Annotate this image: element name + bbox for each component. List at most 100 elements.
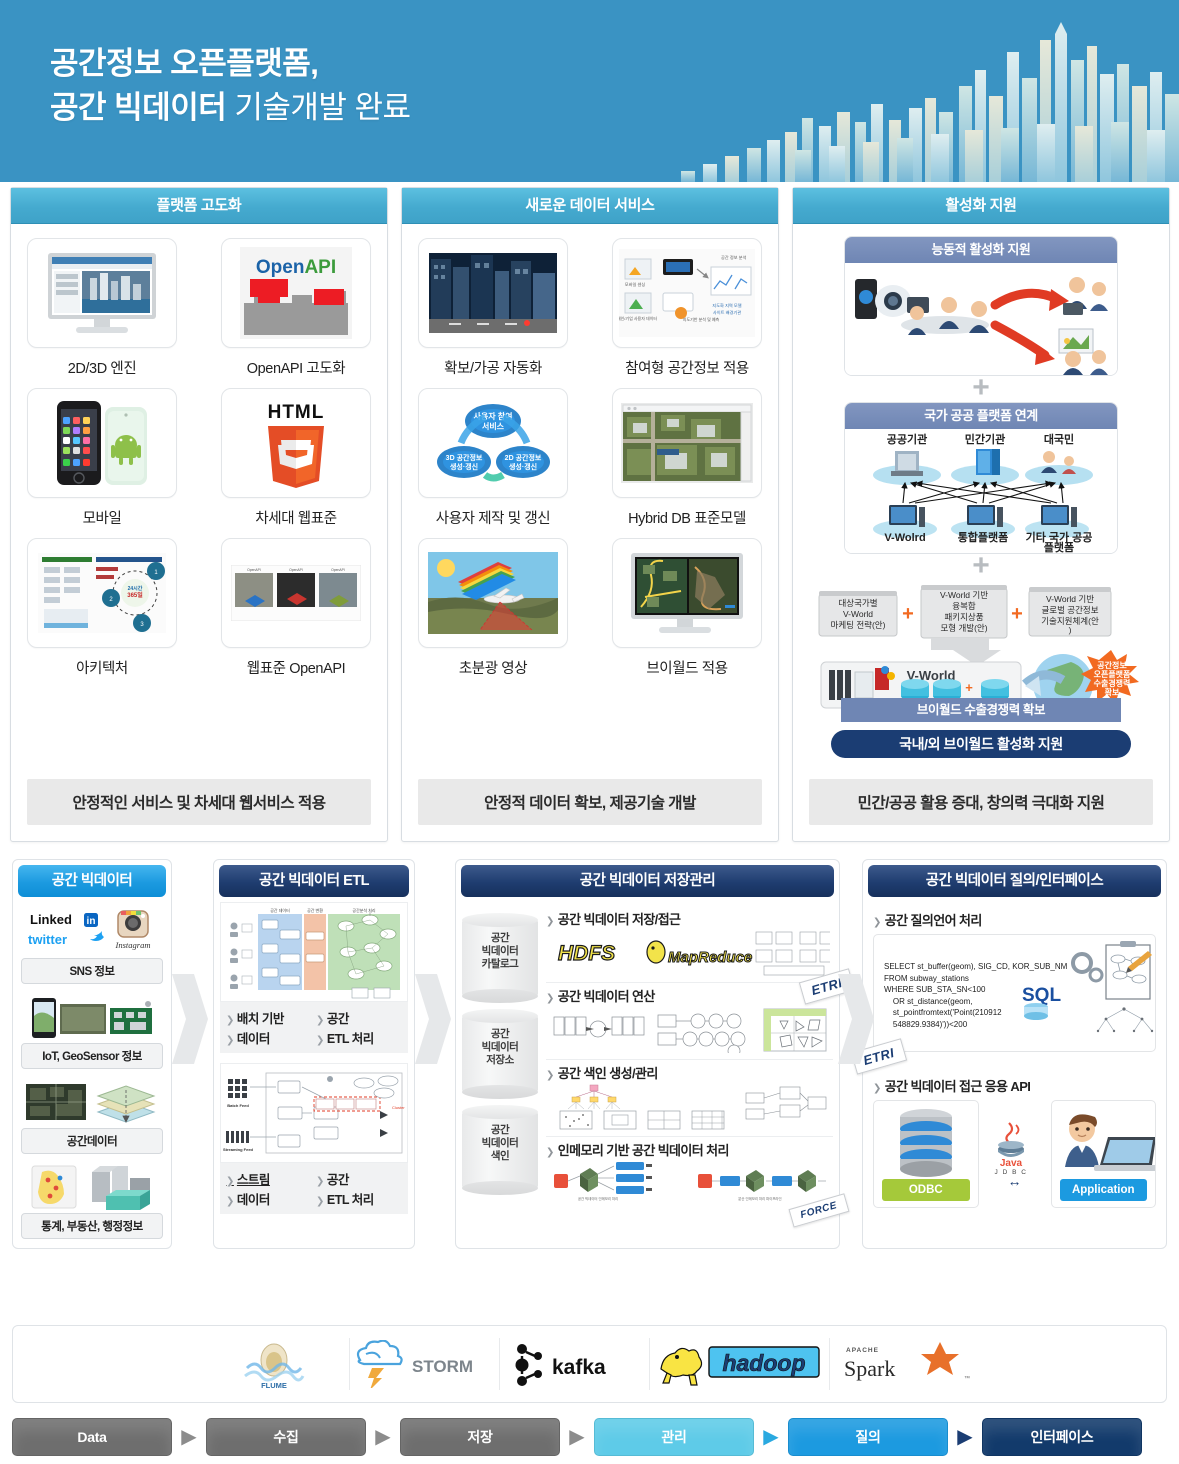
smartphones-ios-android-icon <box>57 401 147 485</box>
tile-caption: 차세대 웹표준 <box>255 511 337 527</box>
api-row: ODBC Java J D B C ↔ Application <box>873 1100 1156 1208</box>
tile-caption: Hybrid DB 표준모델 <box>628 511 746 527</box>
hdfs-mapreduce-logos-icon: HDFS MapReduce <box>546 928 833 978</box>
flow-arrow-icon: ▶ <box>957 1426 973 1448</box>
flow-arrow-icon: ▶ <box>375 1426 391 1448</box>
block-national-platform: 국가 공공 플랫폼 연계 공공기관 민간기관 대국민 V-Wolrd 통합플랫폼… <box>844 402 1118 554</box>
tile-web-standard[interactable]: HTML 차세대 웹표준 <box>221 388 371 528</box>
tile-caption: 2D/3D 엔진 <box>67 361 137 377</box>
tile-user-creation-update[interactable]: 사용자 참여 서비스 3D 공간정보 생성·갱신 2D 공간정보 생성·갱신 사… <box>418 388 568 528</box>
feature-title: 공간 색인 생성/관리 <box>546 1063 833 1082</box>
svg-text:공간정보: 공간정보 <box>1097 660 1127 670</box>
panel-1-footer: 안정적인 서비스 및 차세대 웹서비스 적용 <box>27 779 371 825</box>
tile-mobile[interactable]: 모바일 <box>27 388 177 528</box>
sql-example-box: SELECT st_buffer(geom), SIG_CD, KOR_SUB_… <box>873 934 1156 1052</box>
operation-flow-charts-icon <box>546 1005 833 1055</box>
panel-2-body: 확보/가공 자동화 공간 정보 분석 지도화 지역 모델 사이트 배경기관 모바… <box>402 224 778 688</box>
svg-text:in: in <box>87 916 96 927</box>
svg-text:twitter: twitter <box>28 932 67 947</box>
top-section: 플랫폼 고도화 2D/3D 엔진 OpenAPI OpenAPI 고도화 모바일… <box>0 182 1179 854</box>
block-2-title: 국가 공공 플랫폼 연계 <box>845 403 1117 429</box>
etl-bullet: ETL 처리 <box>316 1028 402 1047</box>
flow-step-interface[interactable]: 인터페이스 <box>982 1418 1142 1456</box>
tile-frame <box>612 538 762 648</box>
tile-hybrid-db[interactable]: Hybrid DB 표준모델 <box>612 388 762 528</box>
tile-vworld-applied[interactable]: 브이월드 적용 <box>612 538 762 678</box>
svg-text:+: + <box>902 603 914 625</box>
tile-acquisition-automation[interactable]: 확보/가공 자동화 <box>418 238 568 378</box>
svg-text:hadoop: hadoop <box>722 1350 805 1376</box>
svg-text:Batch Feed: Batch Feed <box>227 1103 249 1108</box>
feature-store-access: 공간 빅데이터 저장/접근 HDFS MapReduce <box>546 906 833 983</box>
user-laptop-icon <box>1064 1114 1156 1171</box>
svg-text:Streaming Feed: Streaming Feed <box>223 1147 254 1152</box>
tile-participatory-spatial[interactable]: 공간 정보 분석 지도화 지역 모델 사이트 배경기관 모바일 센싱 개인/기업… <box>612 238 762 378</box>
tile-caption: OpenAPI 고도화 <box>246 361 346 377</box>
query-section-title-2: 공간 빅데이터 접근 응용 API <box>873 1076 1156 1095</box>
tile-frame: OpenAPI OpenAPI OpenAPI <box>221 538 371 648</box>
panel-1-title: 플랫폼 고도화 <box>11 188 387 224</box>
batch-etl-flow-diagram-icon: 공간 데이터 공간 변환 공간분석 처리 <box>220 902 408 1002</box>
source-label-stats: 통계, 부동산, 행정정보 <box>21 1213 163 1239</box>
tile-webstandard-openapi[interactable]: OpenAPI OpenAPI OpenAPI 웹표준 OpenAPI <box>221 538 371 678</box>
flow-step-query[interactable]: 질의 <box>788 1418 948 1456</box>
workflow-strip: Data ▶ 수집 ▶ 저장 ▶ 관리 ▶ 질의 ▶ 인터페이스 <box>12 1417 1167 1457</box>
flow-step-collect[interactable]: 수집 <box>206 1418 366 1456</box>
vworld-export-diagram-icon: 대상국가별 V-World 마케팅 전략(안) + V-World 기반 융복합… <box>811 580 1151 750</box>
node-label: 공공기관 <box>887 432 927 446</box>
svg-text:OpenAPI: OpenAPI <box>247 568 261 572</box>
svg-text:서비스: 서비스 <box>482 421 505 431</box>
query-title: 공간 빅데이터 질의/인터페이스 <box>868 865 1161 897</box>
flow-step-manage[interactable]: 관리 <box>594 1418 754 1456</box>
openapi-logo-icon: OpenAPI <box>240 247 352 339</box>
svg-text:HDFS: HDFS <box>558 942 615 965</box>
tile-caption: 웹표준 OpenAPI <box>246 661 346 677</box>
tile-hyperspectral[interactable]: 초분광 영상 <box>418 538 568 678</box>
title-bold: 공간 빅데이터 <box>50 90 227 125</box>
block-active-support: 능동적 활성화 지원 <box>844 236 1118 376</box>
svg-text:Java: Java <box>999 1158 1022 1169</box>
social-logos-icon: Linked in twitter Instagram <box>21 906 163 958</box>
tile-2d3d-engine[interactable]: 2D/3D 엔진 <box>27 238 177 378</box>
people-meeting-devices-icon <box>845 263 1117 375</box>
title-light: 기술개발 완료 <box>226 90 411 125</box>
panel-2-title: 새로운 데이터 서비스 <box>402 188 778 224</box>
logo-flume: FLUME <box>200 1338 350 1390</box>
panel-1-body: 2D/3D 엔진 OpenAPI OpenAPI 고도화 모바일 HTML 차세… <box>11 224 387 688</box>
feature-title: 공간 빅데이터 저장/접근 <box>546 909 833 928</box>
storage-title: 공간 빅데이터 저장관리 <box>461 865 834 897</box>
svg-text:생성·갱신: 생성·갱신 <box>509 462 537 471</box>
svg-text:플랫폼: 플랫폼 <box>1044 540 1074 553</box>
svg-text:2D 공간정보: 2D 공간정보 <box>505 453 542 462</box>
database-stack-icon <box>899 1109 952 1177</box>
svg-text:HTML: HTML <box>268 402 325 423</box>
svg-text:패키지상품: 패키지상품 <box>944 612 983 622</box>
architecture-diagram-icon: 24시간 365일 1 2 3 <box>38 553 166 633</box>
cylinder-label: 공간 빅데이터 카탈로그 <box>481 932 519 970</box>
tile-openapi[interactable]: OpenAPI OpenAPI 고도화 <box>221 238 371 378</box>
panel-3-title: 활성화 지원 <box>793 188 1169 224</box>
flow-step-store[interactable]: 저장 <box>400 1418 560 1456</box>
etl-bullets-stream: 스트림 공간 데이터 ETL 처리 <box>220 1163 408 1214</box>
tile-architecture[interactable]: 24시간 365일 1 2 3 아키텍처 <box>27 538 177 678</box>
panel-query-interface: 공간 빅데이터 질의/인터페이스 공간 질의언어 처리 SELECT st_bu… <box>850 859 1167 1249</box>
cylinder-repository: 공간 빅데이터 저장소 <box>462 1009 538 1099</box>
tile-frame: 사용자 참여 서비스 3D 공간정보 생성·갱신 2D 공간정보 생성·갱신 <box>418 388 568 498</box>
etl-card-batch: 공간 데이터 공간 변환 공간분석 처리 ❯ 배치 기반 ❯ 공간 ❯ 데이터 … <box>220 902 408 1053</box>
block-1-body <box>845 263 1117 375</box>
platform-linkage-diagram-icon: 공공기관 민간기관 대국민 V-Wolrd 통합플랫폼 기타 국가 공공 플랫폼 <box>845 429 1117 553</box>
tile-frame <box>27 388 177 498</box>
feature-title: 공간 빅데이터 연산 <box>546 986 833 1005</box>
panel-spatial-etl: 공간 빅데이터 ETL 공간 데이터 공간 변환 공간분석 처리 ❯ 배치 기반… <box>213 859 415 1249</box>
tile-caption: 사용자 제작 및 갱신 <box>435 511 551 527</box>
webstandard-openapi-thumbnails-icon: OpenAPI OpenAPI OpenAPI <box>231 565 361 621</box>
title-line-2: 공간 빅데이터 기술개발 완료 <box>50 86 411 130</box>
tile-frame: 24시간 365일 1 2 3 <box>27 538 177 648</box>
svg-text:V-Wolrd: V-Wolrd <box>884 532 925 544</box>
in-memory-processing-diagram-icon: 공간 빅데이터 인메모리 처리 분산 인메모리 처리 파이프라인 <box>546 1159 833 1203</box>
svg-text:지도화 지역 모델: 지도화 지역 모델 <box>712 302 741 309</box>
svg-text:민간기관: 민간기관 <box>965 432 1005 446</box>
source-label-iot: IoT, GeoSensor 정보 <box>21 1043 163 1069</box>
flow-step-data[interactable]: Data <box>12 1418 172 1456</box>
etl-bullet: 데이터 <box>226 1189 312 1208</box>
